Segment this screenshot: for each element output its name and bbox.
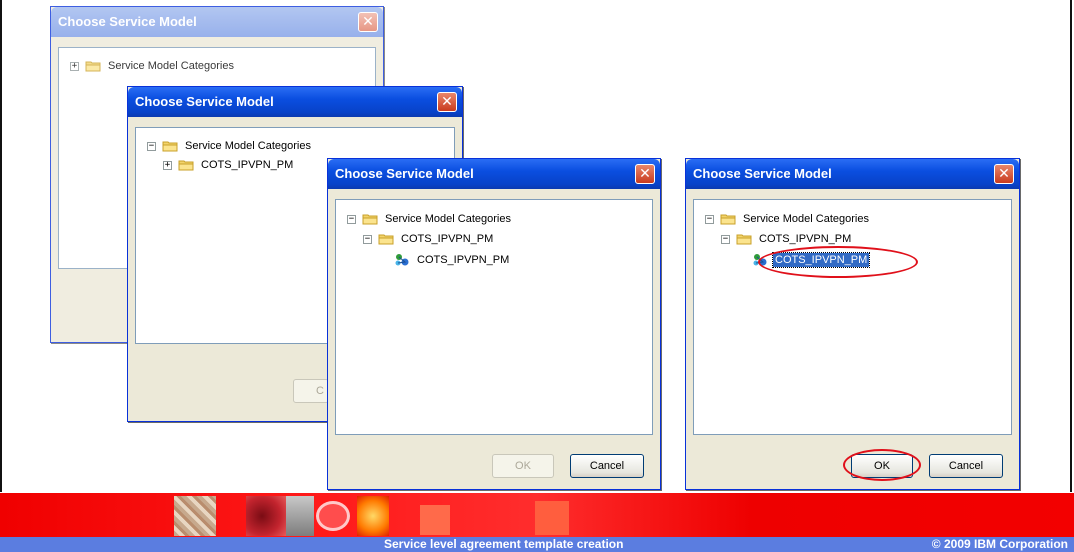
tree-node-service-model-categories[interactable]: − Service Model Categories	[705, 210, 871, 228]
collapse-icon[interactable]: −	[721, 234, 730, 244]
dialog-title: Choose Service Model	[58, 14, 197, 29]
folder-icon	[178, 160, 194, 171]
collapse-icon[interactable]: −	[147, 141, 156, 151]
folder-icon	[162, 141, 178, 152]
service-model-icon	[753, 254, 767, 266]
title-bar[interactable]: Choose Service Model ✕	[128, 87, 462, 117]
folder-icon	[720, 214, 736, 225]
tree-node-service-model-categories[interactable]: − Service Model Categories	[147, 137, 313, 155]
tree-node-label: Service Model Categories	[108, 60, 234, 72]
close-icon[interactable]: ✕	[437, 92, 457, 112]
tree-node-cots-ipvpn-pm[interactable]: + COTS_IPVPN_PM	[163, 156, 295, 174]
collapse-icon[interactable]: −	[363, 234, 372, 244]
footer-image-tile	[286, 496, 314, 536]
folder-icon	[362, 214, 378, 225]
tree-node-label: COTS_IPVPN_PM	[417, 254, 510, 266]
title-bar[interactable]: Choose Service Model ✕	[686, 159, 1019, 189]
tree-node-cots-ipvpn-pm-folder[interactable]: − COTS_IPVPN_PM	[721, 230, 853, 248]
tree-node-label: Service Model Categories	[743, 213, 869, 225]
ok-button[interactable]: OK	[851, 454, 913, 478]
tree-node-cots-ipvpn-pm-model-selected[interactable]: COTS_IPVPN_PM	[752, 251, 871, 269]
tree-node-service-model-categories[interactable]: − Service Model Categories	[347, 210, 513, 228]
tree-node-label: COTS_IPVPN_PM	[401, 233, 494, 245]
close-icon[interactable]: ✕	[994, 164, 1014, 184]
close-icon[interactable]: ✕	[635, 164, 655, 184]
footer-color-block	[535, 501, 569, 535]
folder-icon	[736, 234, 752, 245]
tree-node-label: COTS_IPVPN_PM	[201, 159, 294, 171]
footer-copyright: © 2009 IBM Corporation	[931, 537, 1068, 551]
choose-service-model-dialog-4: Choose Service Model ✕ − Service Model C…	[685, 158, 1020, 490]
choose-service-model-dialog-3: Choose Service Model ✕ − Service Model C…	[327, 158, 661, 490]
tree-node-label: Service Model Categories	[185, 140, 311, 152]
tree-node-cots-ipvpn-pm-model[interactable]: COTS_IPVPN_PM	[394, 251, 511, 269]
collapse-icon[interactable]: −	[347, 214, 356, 224]
ok-button-partial[interactable]: C	[293, 379, 329, 403]
tree-node-service-model-categories[interactable]: + Service Model Categories	[70, 57, 236, 75]
service-model-tree[interactable]: − Service Model Categories − COTS_IPVPN_…	[693, 199, 1012, 435]
service-model-icon	[395, 254, 409, 266]
footer-image-tile	[174, 496, 216, 536]
tree-node-cots-ipvpn-pm-folder[interactable]: − COTS_IPVPN_PM	[363, 230, 495, 248]
dialog-title: Choose Service Model	[335, 166, 474, 181]
dialog-title: Choose Service Model	[135, 94, 274, 109]
folder-icon	[85, 61, 101, 72]
footer-title: Service level agreement template creatio…	[384, 537, 624, 551]
footer-image-tile	[246, 496, 286, 536]
folder-icon	[378, 234, 394, 245]
expand-icon[interactable]: +	[163, 160, 172, 170]
cancel-button[interactable]: Cancel	[929, 454, 1003, 478]
eye-icon	[316, 501, 350, 531]
tree-node-label: COTS_IPVPN_PM	[759, 233, 852, 245]
footer-color-block	[420, 505, 450, 535]
dialog-title: Choose Service Model	[693, 166, 832, 181]
service-model-tree[interactable]: − Service Model Categories − COTS_IPVPN_…	[335, 199, 653, 435]
close-icon[interactable]: ✕	[358, 12, 378, 32]
tree-node-label: Service Model Categories	[385, 213, 511, 225]
cancel-button[interactable]: Cancel	[570, 454, 644, 478]
ok-button[interactable]: OK	[492, 454, 554, 478]
collapse-icon[interactable]: −	[705, 214, 714, 224]
title-bar[interactable]: Choose Service Model ✕	[51, 7, 383, 37]
slide-footer: Service level agreement template creatio…	[0, 493, 1074, 552]
expand-icon[interactable]: +	[70, 61, 79, 71]
footer-image-tile	[357, 496, 389, 536]
title-bar[interactable]: Choose Service Model ✕	[328, 159, 660, 189]
tree-node-label-selected: COTS_IPVPN_PM	[771, 252, 871, 268]
